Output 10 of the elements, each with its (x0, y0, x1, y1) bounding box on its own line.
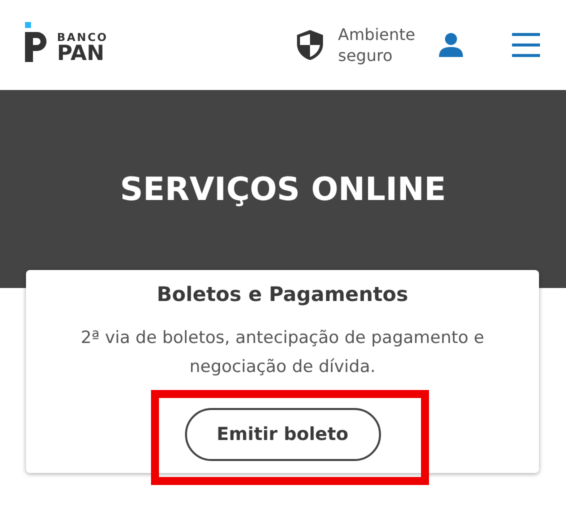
card-description: 2ª via de boletos, antecipação de pagamento e negociação de dívida. (80, 327, 486, 379)
issue-button[interactable]: Emitir boleto (184, 408, 380, 461)
shield-icon (296, 29, 324, 61)
menu-icon[interactable] (512, 32, 540, 58)
secure-label: Ambiente seguro (338, 24, 416, 66)
card-title: Boletos e Pagamentos (156, 282, 408, 306)
logo-bank-text: BANCO (57, 32, 108, 43)
user-icon[interactable] (438, 32, 464, 58)
banner-title: SERVIÇOS ONLINE (120, 170, 446, 210)
logo-name-text: PAN (57, 43, 104, 64)
